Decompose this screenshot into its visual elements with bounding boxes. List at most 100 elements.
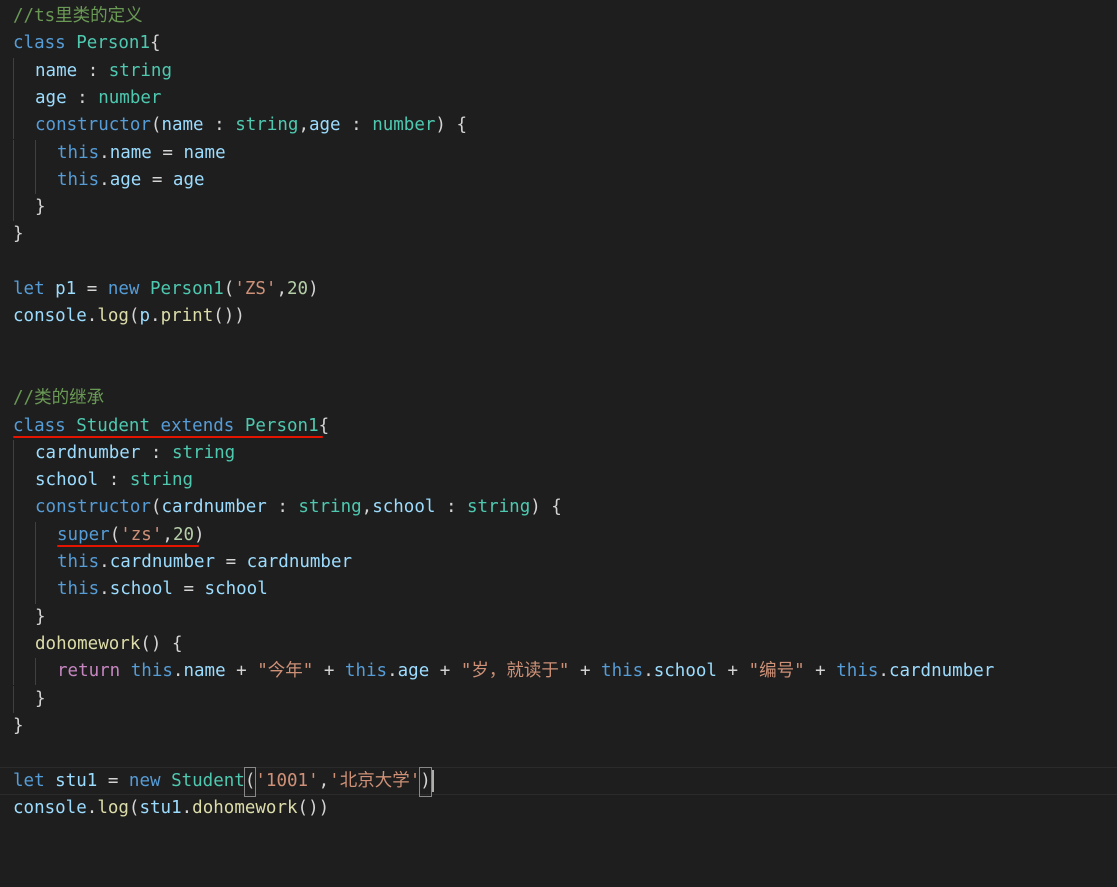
code-token-variable: console [13,306,87,327]
matched-bracket: ) [419,767,432,797]
indent-guide [35,658,57,686]
code-line[interactable]: console.log(stu1.dohomework()) [0,795,1117,822]
indent-guide [35,139,57,167]
indent-guide [13,549,35,577]
code-token-type: string [171,442,236,463]
code-line[interactable]: } [0,221,1117,248]
code-token-plain: ) { [435,115,468,136]
code-token-plain: . [86,797,98,818]
code-line[interactable]: let stu1 = new Student('1001','北京大学') [0,767,1117,797]
code-line[interactable]: return this.name + "今年" + this.age + "岁，… [0,658,1117,686]
indent-guide [13,630,35,659]
text-cursor [431,770,434,793]
code-token-plain: () { [140,633,183,654]
error-underline [13,435,324,438]
code-line[interactable]: dohomework() { [0,630,1117,659]
code-line[interactable] [0,331,1117,358]
code-token-string: '北京大学' [329,771,421,792]
code-token-type: string [235,115,299,136]
code-line[interactable]: } [0,603,1117,631]
code-token-string: 'zs' [120,524,163,545]
code-line[interactable]: constructor(cardnumber : string,school :… [0,494,1117,522]
indent-guide [13,57,35,85]
code-token-comment: //类的继承 [13,388,105,409]
code-token-plain: , [318,771,330,792]
indent-guide [13,658,35,686]
code-line[interactable]: //ts里类的定义 [0,3,1117,30]
code-line[interactable]: name : string [0,57,1117,85]
code-token-variable: name [183,142,226,163]
code-line[interactable]: this.cardnumber = cardnumber [0,549,1117,577]
indent-guide [13,521,35,549]
code-token-plain: , [298,115,309,136]
code-token-plain: = [141,169,173,190]
code-line[interactable]: school : string [0,467,1117,495]
indent-guide [13,439,35,468]
indent-guide [35,549,57,577]
code-line[interactable]: } [0,713,1117,740]
code-token-plain: ( [223,279,235,299]
code-token-type: Person1 [76,33,150,54]
code-token-type: number [98,87,162,108]
code-token-plain: , [361,497,373,518]
code-token-plain: + [313,661,345,682]
code-token-variable: p [139,306,151,327]
code-line[interactable]: this.school = school [0,576,1117,604]
code-line[interactable] [0,358,1117,385]
matched-bracket: ( [243,767,257,797]
indent-guide [13,84,35,113]
indent-guide [13,112,35,140]
code-token-keyword: this [836,661,879,682]
code-line-content: super('zs',20) [57,525,205,545]
code-line[interactable] [0,740,1117,767]
code-token-variable: stu1 [55,771,98,792]
code-token-plain: : [203,115,236,136]
code-token-string: "今年" [257,661,314,682]
code-token-type: string [108,60,172,81]
code-line[interactable]: cardnumber : string [0,439,1117,468]
code-line[interactable]: this.name = name [0,139,1117,167]
code-token-variable: name [109,142,152,163]
code-line[interactable]: this.age = age [0,166,1117,195]
indent-guide [13,139,35,167]
code-line[interactable] [0,249,1117,276]
code-line-content: constructor(cardnumber : string,school :… [35,497,562,517]
code-line[interactable]: let p1 = new Person1('ZS',20) [0,276,1117,303]
code-token-plain: . [150,306,161,327]
error-underline [57,545,199,547]
code-line[interactable]: } [0,194,1117,222]
code-line[interactable]: class Person1{ [0,30,1117,57]
code-line[interactable]: constructor(name : string,age : number) … [0,112,1117,140]
code-token-variable: age [397,661,430,682]
code-token-function: log [97,306,129,327]
code-line[interactable]: } [0,685,1117,713]
code-line[interactable]: console.log(p.print()) [0,303,1117,330]
code-token-plain: ()) [297,797,330,818]
code-line-content: school : string [35,470,193,490]
code-line[interactable]: age : number [0,84,1117,113]
code-token-keyword: constructor [35,497,151,518]
code-token-keyword: new [128,771,161,792]
code-token-keyword: this [57,169,100,190]
code-line-content: } [35,689,46,709]
code-token-variable: cardnumber [888,661,995,682]
code-line-content: this.cardnumber = cardnumber [57,552,352,572]
code-token-function: dohomework [192,797,298,818]
indent-guide [13,166,35,195]
code-line-content: age : number [35,88,161,108]
indent-guide [35,576,57,604]
code-token-variable: age [35,87,67,108]
code-editor[interactable]: //ts里类的定义 class Person1{name : string age … [0,0,1117,887]
code-token-keyword: let [13,279,45,299]
code-token-plain: + [429,661,461,682]
code-token-variable: cardnumber [161,497,267,518]
code-token-keyword: constructor [35,115,151,136]
code-line[interactable]: //类的继承 [0,385,1117,412]
code-token-variable: school [204,579,268,600]
indent-guide [13,494,35,522]
